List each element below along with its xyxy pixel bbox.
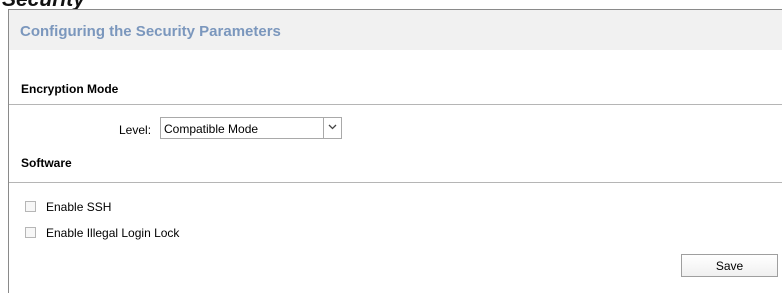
panel-title: Configuring the Security Parameters bbox=[20, 23, 281, 40]
encryption-divider bbox=[9, 104, 782, 105]
software-divider bbox=[9, 182, 782, 183]
chevron-down-icon[interactable] bbox=[323, 118, 341, 138]
enable-ssh-checkbox[interactable] bbox=[25, 201, 36, 212]
save-button[interactable]: Save bbox=[681, 254, 778, 277]
enable-illegal-login-lock-label: Enable Illegal Login Lock bbox=[46, 226, 180, 240]
level-select-value: Compatible Mode bbox=[164, 122, 259, 136]
level-select[interactable]: Compatible Mode bbox=[160, 117, 342, 139]
software-heading: Software bbox=[21, 156, 72, 170]
level-label: Level: bbox=[119, 123, 152, 137]
enable-illegal-login-lock-checkbox[interactable] bbox=[25, 227, 36, 238]
security-panel: Configuring the Security Parameters Encr… bbox=[8, 9, 782, 293]
encryption-mode-heading: Encryption Mode bbox=[21, 82, 119, 96]
panel-header: Configuring the Security Parameters bbox=[9, 10, 782, 50]
enable-ssh-label: Enable SSH bbox=[46, 200, 112, 214]
